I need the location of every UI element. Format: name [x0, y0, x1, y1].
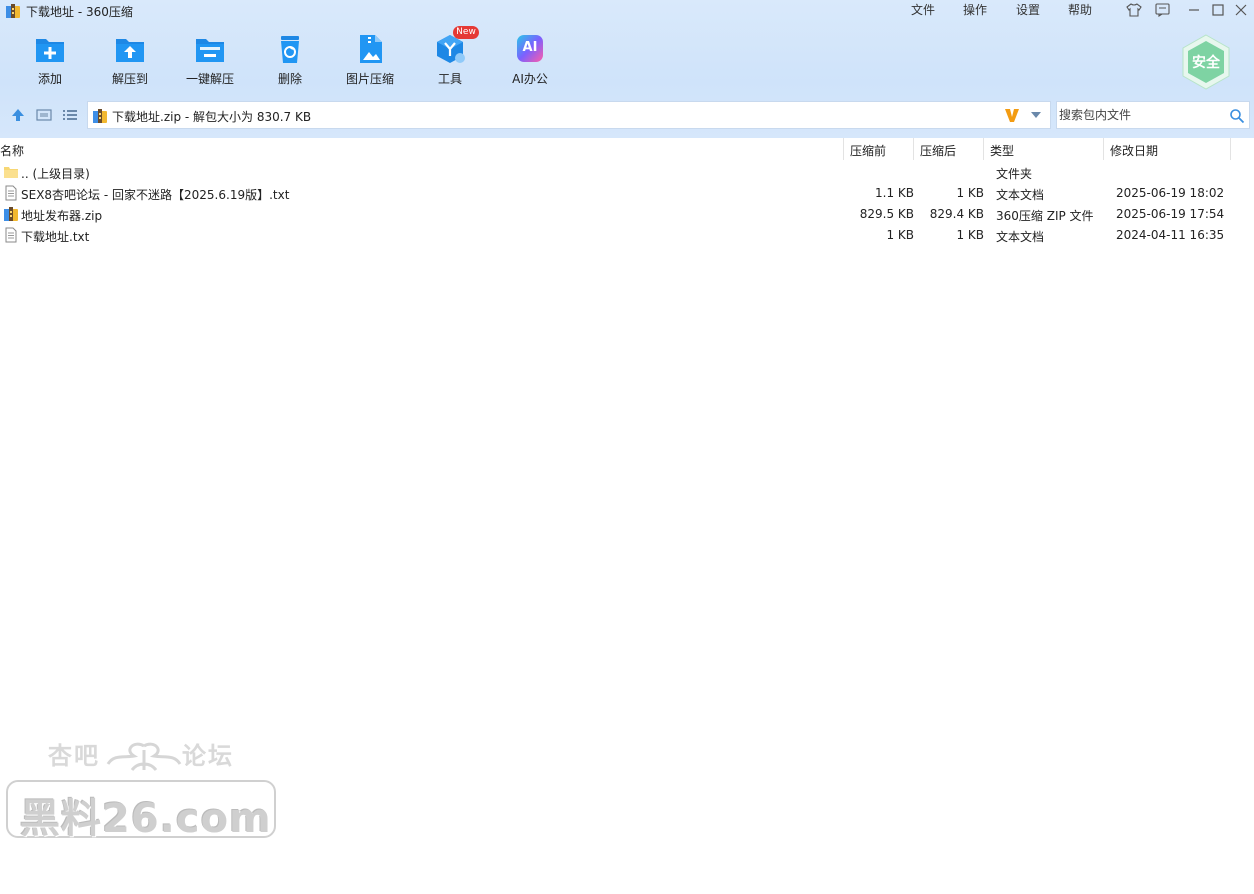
file-name: .. (上级目录) [21, 167, 90, 181]
size-after: 1 KB [956, 186, 984, 200]
extract-to-label: 解压到 [111, 72, 148, 86]
tools-button[interactable]: 工具 [415, 33, 485, 91]
tools-label: 工具 [437, 72, 462, 86]
watermark-top-right: 论坛 [182, 742, 234, 770]
shirt-icon [1126, 3, 1142, 17]
message-icon [1154, 3, 1170, 17]
col-before[interactable]: 压缩前 [850, 142, 886, 159]
col-after[interactable]: 压缩后 [920, 142, 956, 159]
menu-help[interactable]: 帮助 [1068, 1, 1092, 18]
menu-settings[interactable]: 设置 [1016, 1, 1040, 18]
file-type: 文本文档 [996, 230, 1045, 244]
safe-label: 安全 [1192, 55, 1220, 71]
size-after: 1 KB [956, 228, 984, 242]
size-after: 829.4 KB [929, 207, 984, 221]
minimize-icon [1189, 9, 1199, 11]
one-click-extract-label: 一键解压 [185, 72, 234, 86]
modified-date: 2025-06-19 17:54 [1116, 207, 1225, 221]
table-row[interactable]: .. (上级目录) 文件夹 [0, 162, 1254, 183]
close-button[interactable] [1230, 1, 1252, 19]
table-row[interactable]: 下载地址.txt 1 KB 1 KB 文本文档 2024-04-11 16:35 [0, 225, 1254, 246]
modified-date: 2025-06-19 18:02 [1116, 186, 1225, 200]
col-type[interactable]: 类型 [990, 142, 1014, 159]
chevron-down-icon[interactable] [1030, 111, 1042, 119]
file-type: 文件夹 [996, 167, 1033, 181]
image-compress-icon [360, 35, 382, 63]
zip-archive-icon [93, 109, 107, 123]
up-arrow-icon[interactable] [10, 107, 26, 123]
zip-file-icon [4, 207, 18, 221]
path-text: 下载地址.zip - 解包大小为 830.7 KB [112, 110, 312, 124]
column-divider[interactable] [1103, 138, 1104, 160]
column-divider[interactable] [1230, 138, 1231, 160]
app-window: 下载地址 - 360压缩 文件 操作 设置 帮助 添加 解压到 一键解压 删除 … [0, 0, 1254, 894]
extract-to-button[interactable]: 解压到 [95, 33, 165, 91]
ai-glyph: AI [522, 40, 538, 55]
one-click-extract-icon [196, 39, 224, 62]
v-logo-icon[interactable] [1003, 106, 1021, 124]
minimize-button[interactable] [1183, 1, 1205, 19]
maximize-button[interactable] [1207, 1, 1229, 19]
new-badge: New [453, 26, 479, 39]
col-name[interactable]: 名称 [0, 142, 24, 159]
add-label: 添加 [37, 72, 62, 86]
delete-icon [281, 36, 299, 63]
thumbnail-view-icon[interactable] [36, 107, 52, 123]
column-header: 名称 压缩前 压缩后 类型 修改日期 [0, 138, 1254, 160]
menu-operations[interactable]: 操作 [963, 1, 987, 18]
app-logo-icon [6, 4, 20, 18]
column-divider[interactable] [843, 138, 844, 160]
table-row[interactable]: SEX8杏吧论坛 - 回家不迷路【2025.6.19版】.txt 1.1 KB … [0, 183, 1254, 204]
col-modified[interactable]: 修改日期 [1110, 142, 1158, 159]
file-type: 360压缩 ZIP 文件 [996, 209, 1094, 223]
file-name: 下载地址.txt [21, 230, 90, 244]
ornament-icon [106, 742, 182, 772]
title-bar: 下载地址 - 360压缩 文件 操作 设置 帮助 [0, 0, 1254, 22]
extract-to-icon [116, 39, 144, 62]
search-box[interactable] [1056, 101, 1250, 129]
column-divider[interactable] [913, 138, 914, 160]
skin-button[interactable] [1123, 1, 1145, 19]
image-compress-button[interactable]: 图片压缩 [335, 33, 405, 91]
file-name: 地址发布器.zip [21, 209, 103, 223]
size-before: 829.5 KB [859, 207, 914, 221]
menu-file[interactable]: 文件 [911, 1, 935, 18]
search-icon[interactable] [1229, 108, 1245, 124]
delete-label: 删除 [277, 72, 302, 86]
size-before: 1 KB [886, 228, 914, 242]
watermark: 杏吧 论坛 黑料26.com [6, 736, 278, 842]
search-input[interactable] [1059, 106, 1219, 124]
path-bar[interactable]: 下载地址.zip - 解包大小为 830.7 KB [87, 101, 1051, 129]
watermark-main: 黑料26.com [20, 796, 272, 842]
list-view-icon[interactable] [62, 107, 78, 123]
ai-office-label: AI办公 [512, 72, 548, 86]
add-icon [36, 39, 64, 62]
ai-office-button[interactable]: AI AI办公 [495, 33, 565, 91]
feedback-button[interactable] [1151, 1, 1173, 19]
modified-date: 2024-04-11 16:35 [1116, 228, 1225, 242]
watermark-top-left: 杏吧 [48, 742, 100, 770]
text-file-icon [5, 227, 17, 243]
folder-icon [4, 167, 18, 178]
file-type: 文本文档 [996, 188, 1045, 202]
maximize-icon [1212, 4, 1224, 16]
table-row[interactable]: 地址发布器.zip 829.5 KB 829.4 KB 360压缩 ZIP 文件… [0, 204, 1254, 225]
image-compress-label: 图片压缩 [345, 72, 394, 86]
close-icon [1235, 4, 1247, 16]
add-button[interactable]: 添加 [15, 33, 85, 91]
column-divider[interactable] [983, 138, 984, 160]
delete-button[interactable]: 删除 [255, 33, 325, 91]
text-file-icon [5, 185, 17, 201]
size-before: 1.1 KB [875, 186, 914, 200]
file-name: SEX8杏吧论坛 - 回家不迷路【2025.6.19版】.txt [21, 188, 290, 202]
window-title: 下载地址 - 360压缩 [26, 5, 133, 19]
one-click-extract-button[interactable]: 一键解压 [175, 33, 245, 91]
